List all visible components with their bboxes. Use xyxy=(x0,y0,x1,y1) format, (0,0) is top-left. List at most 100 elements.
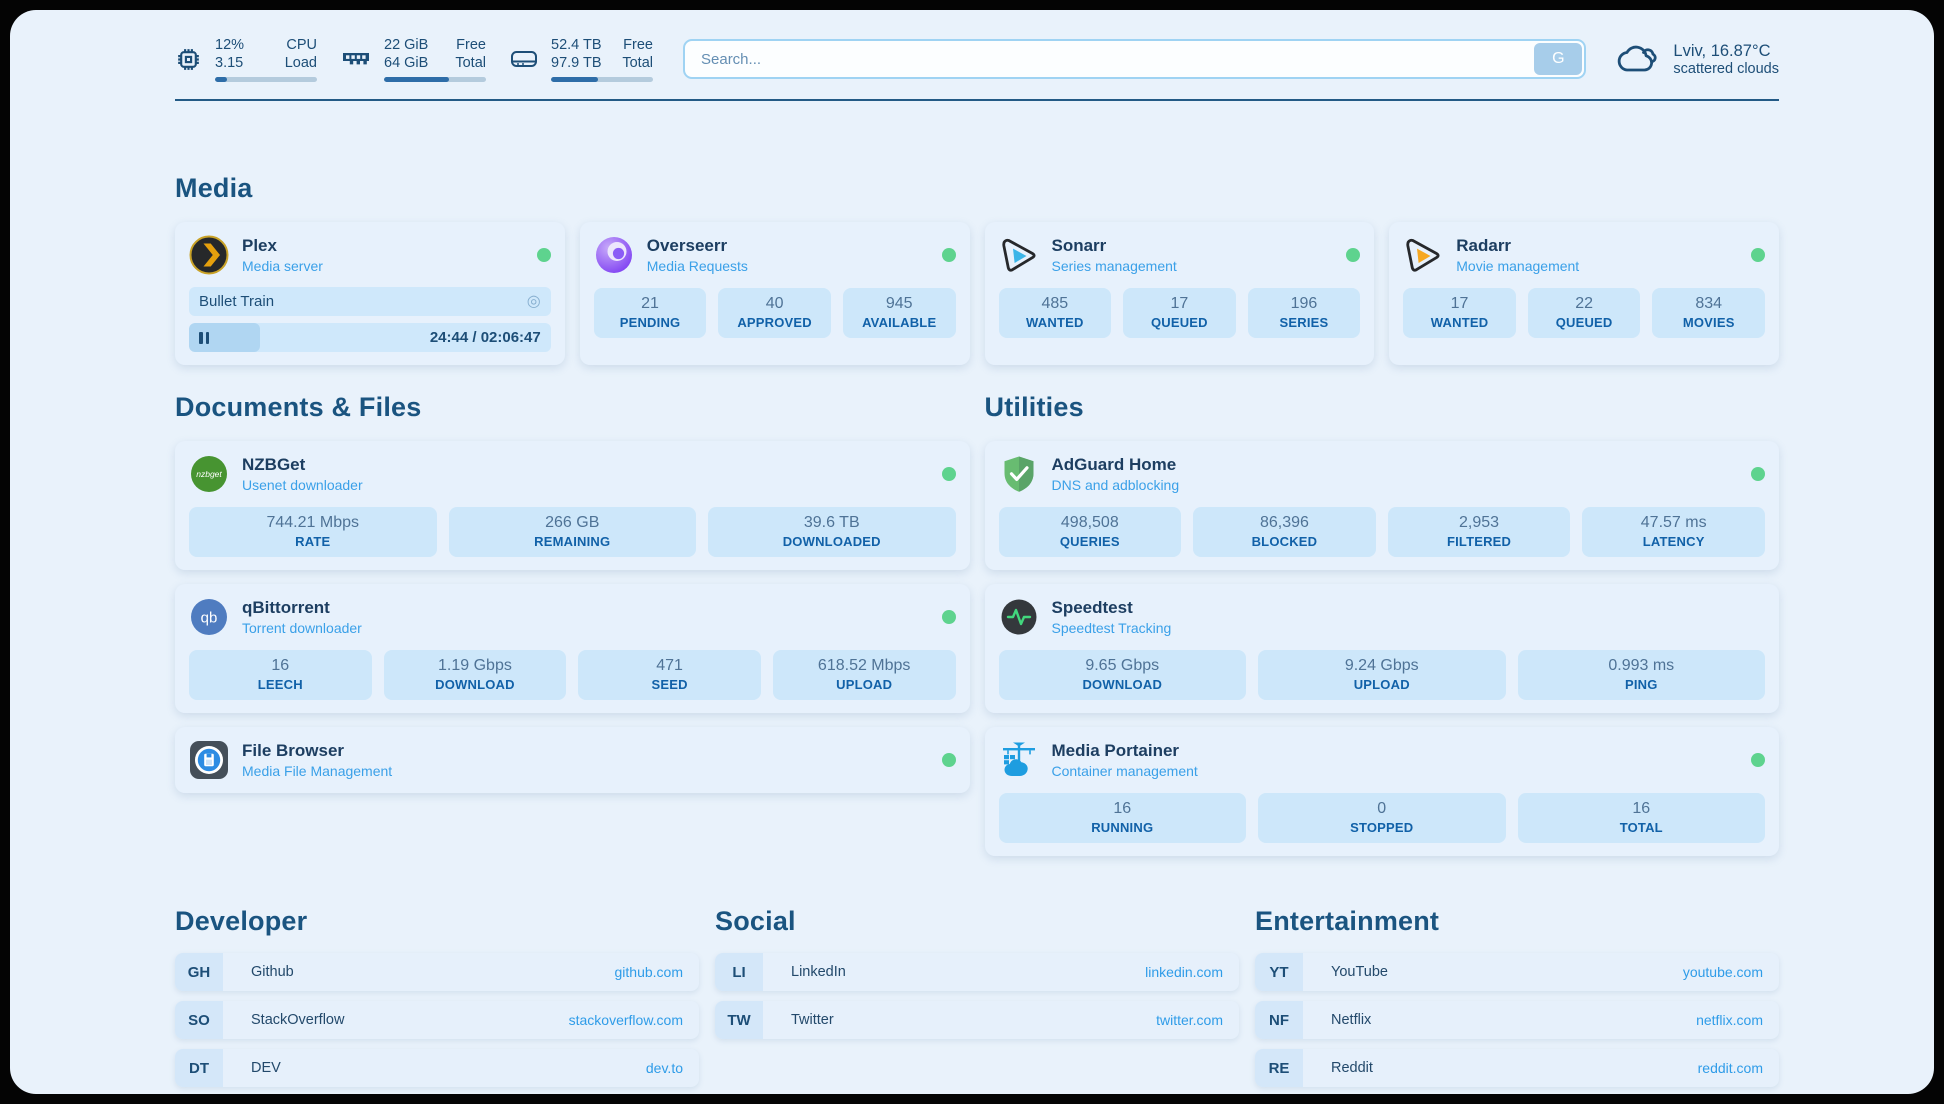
stat-tile: 21 PENDING xyxy=(594,288,707,338)
stat-tile: 618.52 Mbps UPLOAD xyxy=(773,650,956,700)
disk-icon xyxy=(510,49,538,69)
stat-label: MOVIES xyxy=(1656,315,1761,330)
card-title: Media Portainer xyxy=(1052,741,1198,761)
stat-label: PENDING xyxy=(598,315,703,330)
card-subtitle: Media File Management xyxy=(242,763,392,779)
radarr-icon xyxy=(1403,235,1443,275)
sonarr-card[interactable]: Sonarr Series management 485 WANTED 17 Q… xyxy=(985,222,1375,365)
card-subtitle: DNS and adblocking xyxy=(1052,477,1180,493)
stat-tile: 834 MOVIES xyxy=(1652,288,1765,338)
adguard-card[interactable]: AdGuard Home DNS and adblocking 498,508 … xyxy=(985,441,1780,570)
stat-tile: 16 RUNNING xyxy=(999,793,1247,843)
search-input[interactable] xyxy=(683,39,1586,79)
system-stats: 12%CPU 3.15Load xyxy=(175,36,653,82)
bookmark-group-entertainment: Entertainment YT YouTube youtube.com NF … xyxy=(1255,906,1779,1087)
stat-value: 40 xyxy=(722,295,827,313)
stat-label: STOPPED xyxy=(1262,820,1502,835)
stat-value: 9.65 Gbps xyxy=(1003,657,1243,675)
bookmark-url: youtube.com xyxy=(1683,964,1763,980)
stat-label: SEED xyxy=(582,677,757,692)
ram-progressbar xyxy=(384,77,486,82)
radarr-card[interactable]: Radarr Movie management 17 WANTED 22 QUE… xyxy=(1389,222,1779,365)
stat-label: TOTAL xyxy=(1522,820,1762,835)
cpu-progressbar xyxy=(215,77,317,82)
weather-widget: Lviv, 16.87°C scattered clouds xyxy=(1616,42,1779,77)
plex-icon xyxy=(189,235,229,275)
stat-tile: 485 WANTED xyxy=(999,288,1112,338)
now-playing-progress: 24:44 / 02:06:47 xyxy=(189,323,551,352)
portainer-card[interactable]: Media Portainer Container management 16 … xyxy=(985,727,1780,856)
card-subtitle: Series management xyxy=(1052,258,1177,274)
stat-label: RUNNING xyxy=(1003,820,1243,835)
bookmark-stackoverflow[interactable]: SO StackOverflow stackoverflow.com xyxy=(175,1001,699,1039)
stat-value: 834 xyxy=(1656,295,1761,313)
overseerr-card[interactable]: Overseerr Media Requests 21 PENDING 40 A… xyxy=(580,222,970,365)
stat-value: 16 xyxy=(1522,800,1762,818)
stat-label: UPLOAD xyxy=(1262,677,1502,692)
card-subtitle: Usenet downloader xyxy=(242,477,363,493)
card-title: qBittorrent xyxy=(242,598,362,618)
bookmark-name: LinkedIn xyxy=(791,964,846,980)
card-title: Overseerr xyxy=(647,236,748,256)
stat-value: 1.19 Gbps xyxy=(388,657,563,675)
bookmark-abbr: TW xyxy=(715,1001,763,1039)
bookmark-name: Twitter xyxy=(791,1012,834,1028)
stat-label: WANTED xyxy=(1003,315,1108,330)
stat-tile: 744.21 Mbps RATE xyxy=(189,507,437,557)
stat-tile: 39.6 TB DOWNLOADED xyxy=(708,507,956,557)
speedtest-card[interactable]: Speedtest Speedtest Tracking 9.65 Gbps D… xyxy=(985,584,1780,713)
nzbget-card[interactable]: nzbget NZBGet Usenet downloader 74 xyxy=(175,441,970,570)
bookmark-abbr: DT xyxy=(175,1049,223,1087)
bookmark-name: YouTube xyxy=(1331,964,1388,980)
stat-tile: 16 LEECH xyxy=(189,650,372,700)
stat-label: DOWNLOAD xyxy=(388,677,563,692)
stat-label: SERIES xyxy=(1252,315,1357,330)
stat-label: UPLOAD xyxy=(777,677,952,692)
pause-icon xyxy=(199,332,209,344)
cloud-icon xyxy=(1616,42,1660,76)
stat-value: 39.6 TB xyxy=(712,514,952,532)
card-subtitle: Media server xyxy=(242,258,323,274)
cpu-value: 12% xyxy=(215,36,244,54)
stream-icon: ◎ xyxy=(527,294,541,310)
bookmark-group-social: Social LI LinkedIn linkedin.com TW Twitt… xyxy=(715,906,1239,1087)
bookmark-dev[interactable]: DT DEV dev.to xyxy=(175,1049,699,1087)
card-subtitle: Container management xyxy=(1052,763,1198,779)
qbittorrent-icon: qb xyxy=(189,597,229,637)
qbittorrent-card[interactable]: qb qBittorrent Torrent downloader xyxy=(175,584,970,713)
stat-tile: 196 SERIES xyxy=(1248,288,1361,338)
stat-value: 0 xyxy=(1262,800,1502,818)
bookmark-netflix[interactable]: NF Netflix netflix.com xyxy=(1255,1001,1779,1039)
bookmark-abbr: LI xyxy=(715,953,763,991)
stat-value: 2,953 xyxy=(1392,514,1567,532)
disk-free-label: Free xyxy=(623,36,653,54)
now-playing-time: 24:44 / 02:06:47 xyxy=(430,329,541,346)
plex-card[interactable]: Plex Media server Bullet Train ◎ 24:44 /… xyxy=(175,222,565,365)
bookmark-twitter[interactable]: TW Twitter twitter.com xyxy=(715,1001,1239,1039)
stat-label: QUEUED xyxy=(1127,315,1232,330)
search-engine-button[interactable]: G xyxy=(1534,43,1582,75)
bookmark-youtube[interactable]: YT YouTube youtube.com xyxy=(1255,953,1779,991)
filebrowser-card[interactable]: File Browser Media File Management xyxy=(175,727,970,793)
adguard-icon xyxy=(999,454,1039,494)
section-title-entertainment: Entertainment xyxy=(1255,906,1779,937)
stat-tile: 9.24 Gbps UPLOAD xyxy=(1258,650,1506,700)
disk-total-value: 97.9 TB xyxy=(551,54,602,72)
weather-condition: scattered clouds xyxy=(1673,61,1779,77)
stat-tile: 47.57 ms LATENCY xyxy=(1582,507,1765,557)
stat-tile: 1.19 Gbps DOWNLOAD xyxy=(384,650,567,700)
bookmark-github[interactable]: GH Github github.com xyxy=(175,953,699,991)
status-dot xyxy=(537,248,551,262)
stat-label: DOWNLOAD xyxy=(1003,677,1243,692)
stat-label: AVAILABLE xyxy=(847,315,952,330)
ram-total-label: Total xyxy=(455,54,486,72)
sonarr-icon xyxy=(999,235,1039,275)
bookmark-url: dev.to xyxy=(646,1060,683,1076)
bookmark-linkedin[interactable]: LI LinkedIn linkedin.com xyxy=(715,953,1239,991)
stat-label: LATENCY xyxy=(1586,534,1761,549)
stat-value: 0.993 ms xyxy=(1522,657,1762,675)
bookmark-reddit[interactable]: RE Reddit reddit.com xyxy=(1255,1049,1779,1087)
status-dot xyxy=(1346,248,1360,262)
stat-value: 196 xyxy=(1252,295,1357,313)
speedtest-icon xyxy=(999,597,1039,637)
